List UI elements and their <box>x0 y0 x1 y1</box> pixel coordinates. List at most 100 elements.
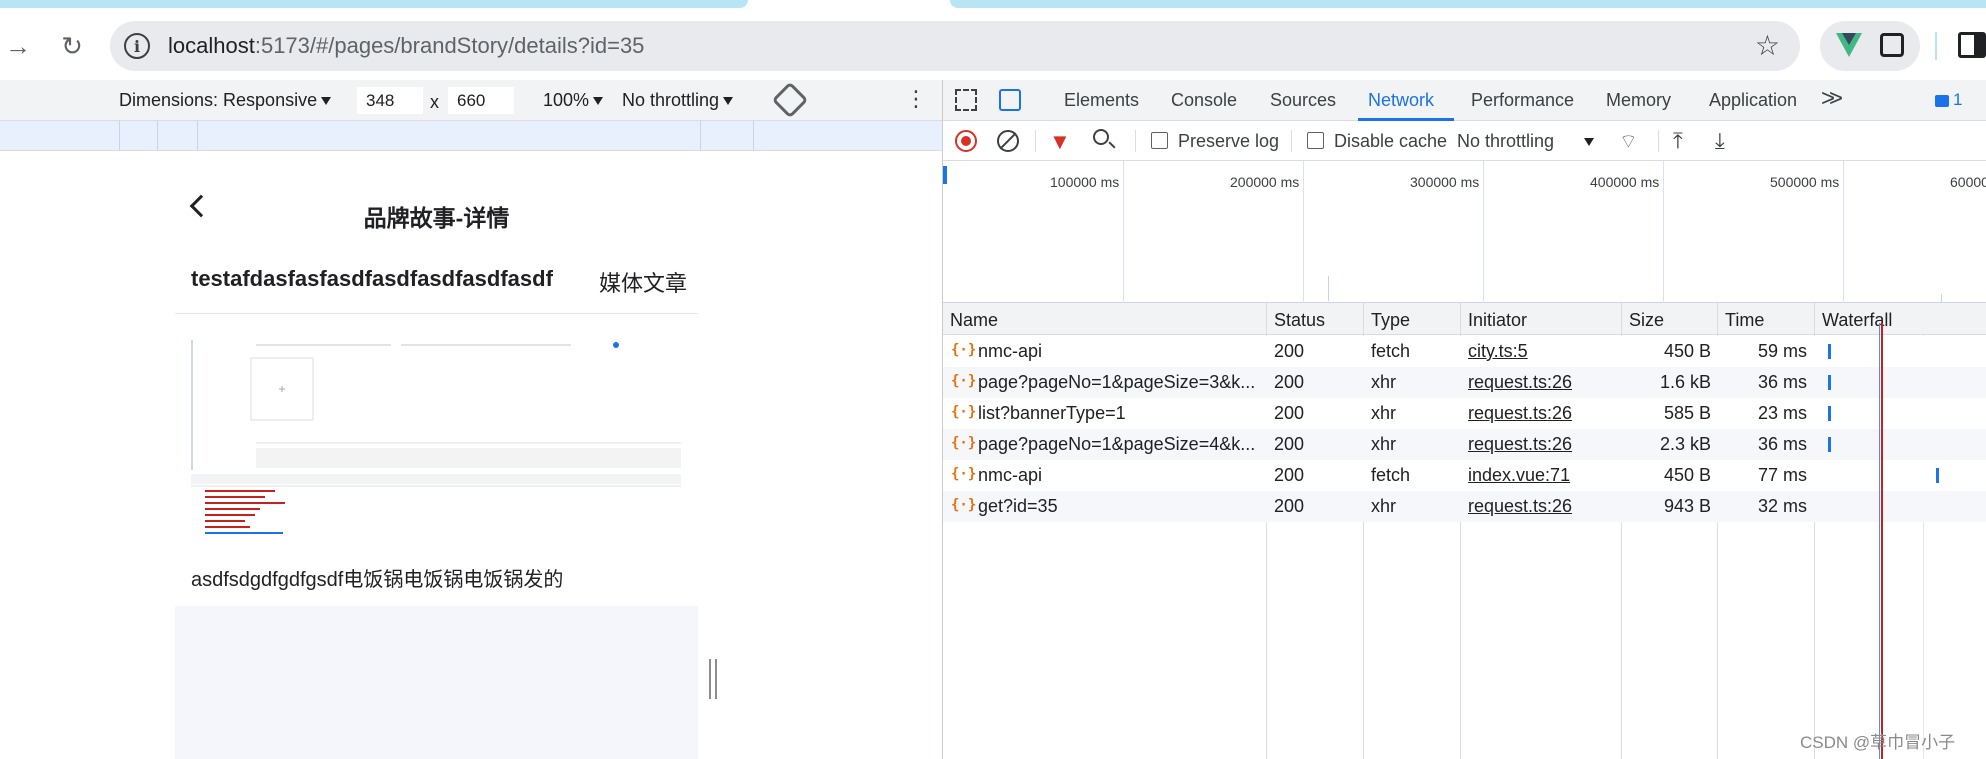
reload-icon[interactable]: ↻ <box>54 28 90 64</box>
record-icon[interactable] <box>955 130 977 152</box>
tab-console[interactable]: Console <box>1171 90 1237 111</box>
preserve-log-checkbox[interactable] <box>1151 132 1168 149</box>
request-name: get?id=35 <box>978 496 1058 516</box>
request-status: 200 <box>1274 434 1305 454</box>
overview-tick: 300000 ms <box>1410 174 1480 190</box>
table-row[interactable]: {·} nmc-api 200 fetch city.ts:5 450 B 59… <box>943 336 1986 367</box>
device-viewport: 品牌故事-详情 testafdasfasfasdfasdfasdfasdfasd… <box>0 151 942 759</box>
column-header-status[interactable]: Status <box>1274 310 1325 331</box>
network-throttling-dropdown[interactable]: No throttling <box>1457 131 1595 152</box>
overview-tick: 400000 ms <box>1590 174 1660 190</box>
tab-application[interactable]: Application <box>1709 90 1797 111</box>
export-har-icon[interactable]: ⤓ <box>1715 128 1725 154</box>
divider <box>175 313 698 314</box>
waterfall-bar <box>1828 406 1831 421</box>
zoom-label: 100% <box>543 90 590 110</box>
side-panel-icon[interactable] <box>1958 32 1986 58</box>
request-initiator[interactable]: request.ts:26 <box>1468 496 1572 517</box>
search-icon[interactable] <box>1093 129 1109 145</box>
request-status: 200 <box>1274 465 1305 485</box>
disable-cache-checkbox[interactable] <box>1307 132 1324 149</box>
device-throttling-label: No throttling <box>622 90 720 110</box>
toolbar-divider <box>1135 130 1136 152</box>
tab-memory[interactable]: Memory <box>1606 90 1671 111</box>
request-time: 23 ms <box>1757 403 1807 423</box>
column-header-name[interactable]: Name <box>950 310 998 331</box>
clear-icon[interactable] <box>997 130 1019 152</box>
table-row[interactable]: {·} nmc-api 200 fetch index.vue:71 450 B… <box>943 460 1986 491</box>
dimensions-label: Dimensions: Responsive <box>119 90 318 110</box>
extensions-puzzle-icon[interactable] <box>1880 33 1904 57</box>
request-time: 32 ms <box>1757 496 1807 516</box>
table-row[interactable]: {·} list?bannerType=1 200 xhr request.ts… <box>943 398 1986 429</box>
filter-icon[interactable]: ▼ <box>1049 129 1071 155</box>
import-har-icon[interactable]: ⤒ <box>1673 128 1683 154</box>
dimensions-dropdown[interactable]: Dimensions: Responsive <box>119 90 332 111</box>
request-initiator[interactable]: city.ts:5 <box>1468 341 1528 362</box>
table-row[interactable]: {·} get?id=35 200 xhr request.ts:26 943 … <box>943 491 1986 522</box>
table-row[interactable]: {·} page?pageNo=1&pageSize=4&k... 200 xh… <box>943 429 1986 460</box>
column-header-type[interactable]: Type <box>1371 310 1410 331</box>
devtools-tab-bar: Elements Console Sources Network Perform… <box>943 80 1986 121</box>
request-name: list?bannerType=1 <box>978 403 1126 423</box>
xhr-icon: {·} <box>951 497 977 513</box>
site-info-icon[interactable]: i <box>124 33 150 59</box>
caret-down-icon <box>723 97 734 106</box>
request-type: xhr <box>1371 434 1397 454</box>
xhr-icon: {·} <box>951 373 977 389</box>
request-initiator[interactable]: request.ts:26 <box>1468 372 1572 393</box>
column-header-initiator[interactable]: Initiator <box>1468 310 1527 331</box>
tab-strip-left <box>0 0 748 8</box>
request-initiator[interactable]: request.ts:26 <box>1468 403 1572 424</box>
bookmark-star-icon[interactable]: ☆ <box>1755 29 1780 62</box>
request-type: fetch <box>1371 465 1411 485</box>
table-row[interactable]: {·} page?pageNo=1&pageSize=3&k... 200 xh… <box>943 367 1986 398</box>
request-name: nmc-api <box>978 341 1043 361</box>
resize-handle[interactable] <box>709 659 717 699</box>
tab-sources[interactable]: Sources <box>1270 90 1336 111</box>
height-input[interactable]: 660 <box>448 87 514 114</box>
request-size: 943 B <box>1663 496 1711 516</box>
tab-network[interactable]: Network <box>1368 90 1434 111</box>
caret-down-icon <box>321 97 332 106</box>
rotate-icon[interactable] <box>771 81 809 119</box>
width-input[interactable]: 348 <box>357 87 423 114</box>
network-overview-timeline[interactable]: 100000 ms 200000 ms 300000 ms 400000 ms … <box>943 161 1986 303</box>
more-tabs-icon[interactable]: >> <box>1821 85 1843 113</box>
requests-table-header: Name Status Type Initiator Size Time Wat… <box>943 303 1986 335</box>
column-header-time[interactable]: Time <box>1725 310 1764 331</box>
overview-tick: 60000 <box>1950 174 1986 190</box>
waterfall-bar <box>1828 375 1831 390</box>
waterfall-dom-loaded-line <box>1879 323 1880 759</box>
device-throttling-dropdown[interactable]: No throttling <box>622 90 734 111</box>
request-type: xhr <box>1371 372 1397 392</box>
url-path: :5173/#/pages/brandStory/details?id=35 <box>254 33 645 58</box>
browser-toolbar: → ↻ i localhost:5173/#/pages/brandStory/… <box>0 10 1986 80</box>
column-header-size[interactable]: Size <box>1629 310 1664 331</box>
tab-performance[interactable]: Performance <box>1471 90 1574 111</box>
fetch-icon: {·} <box>951 466 977 482</box>
article-image <box>191 340 681 545</box>
request-status: 200 <box>1274 496 1305 516</box>
request-initiator[interactable]: index.vue:71 <box>1468 465 1570 486</box>
vue-devtools-icon[interactable] <box>1836 33 1862 57</box>
network-conditions-icon[interactable]: ⌔ <box>1619 129 1638 154</box>
request-time: 59 ms <box>1757 341 1807 361</box>
overview-handle[interactable] <box>943 166 947 184</box>
url-text[interactable]: localhost:5173/#/pages/brandStory/detail… <box>168 33 644 59</box>
zoom-dropdown[interactable]: 100% <box>543 90 604 111</box>
messages-badge[interactable]: 1 <box>1935 90 1962 110</box>
forward-icon[interactable]: → <box>0 28 36 64</box>
more-options-icon[interactable]: ⋮ <box>905 86 927 112</box>
request-initiator[interactable]: request.ts:26 <box>1468 434 1572 455</box>
devtools-panel: Elements Console Sources Network Perform… <box>942 80 1986 759</box>
request-size: 1.6 kB <box>1659 372 1711 392</box>
toolbar-divider <box>1658 130 1659 152</box>
tab-elements[interactable]: Elements <box>1064 90 1139 111</box>
device-toggle-icon[interactable] <box>999 89 1021 111</box>
address-bar[interactable]: i localhost:5173/#/pages/brandStory/deta… <box>110 21 1800 71</box>
inspect-element-icon[interactable] <box>955 89 977 111</box>
request-type: xhr <box>1371 403 1397 423</box>
request-name: page?pageNo=1&pageSize=4&k... <box>978 434 1256 454</box>
toolbar-divider <box>1291 130 1292 152</box>
